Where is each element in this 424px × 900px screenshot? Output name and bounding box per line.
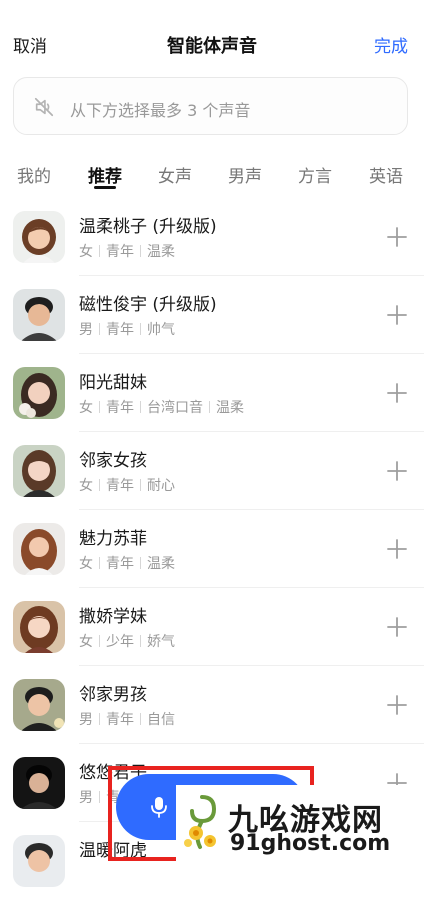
tab-male[interactable]: 男声 — [215, 162, 275, 187]
tag-divider — [99, 713, 100, 725]
tag-age: 青年 — [106, 712, 134, 728]
voice-name: 魅力苏菲 — [79, 529, 147, 549]
voice-item-linjia-nanhai[interactable]: 邻家男孩 男 青年 自信 — [0, 666, 424, 744]
tag-accent: 台湾口音 — [147, 400, 203, 416]
tag-age: 青年 — [106, 322, 134, 338]
voice-item-wenrou-taozi[interactable]: 温柔桃子 (升级版) 女 青年 温柔 — [0, 198, 424, 276]
tag-style: 温柔 — [147, 556, 175, 572]
tag-divider — [140, 479, 141, 491]
tab-english[interactable]: 英语 — [356, 162, 416, 187]
tag-divider — [140, 245, 141, 257]
avatar — [13, 523, 65, 575]
tag-style: 温柔 — [216, 400, 244, 416]
tag-divider — [140, 401, 141, 413]
voice-item-yangguang-tianmei[interactable]: 阳光甜妹 女 青年 台湾口音 温柔 — [0, 354, 424, 432]
add-icon[interactable] — [386, 304, 408, 326]
voice-tags: 女 青年 耐心 — [79, 475, 175, 495]
voice-item-sajiao-xuemei[interactable]: 撒娇学妹 女 少年 娇气 — [0, 588, 424, 666]
done-button[interactable]: 完成 — [374, 32, 408, 57]
voice-tags: 女 青年 温柔 — [79, 241, 175, 261]
selected-voices-box[interactable]: 从下方选择最多 3 个声音 — [13, 77, 408, 135]
tag-divider — [140, 713, 141, 725]
tag-divider — [99, 791, 100, 803]
tag-style: 娇气 — [147, 634, 175, 650]
avatar — [13, 211, 65, 263]
add-icon[interactable] — [386, 616, 408, 638]
add-icon[interactable] — [386, 226, 408, 248]
voice-name: 撒娇学妹 — [79, 607, 147, 627]
tag-gender: 男 — [79, 790, 93, 806]
tab-dialect[interactable]: 方言 — [285, 162, 345, 187]
tag-gender: 女 — [79, 244, 93, 260]
voice-name: 磁性俊宇 (升级版) — [79, 295, 217, 315]
category-tabs: 我的 推荐 女声 男声 方言 英语 — [0, 152, 424, 196]
add-icon[interactable] — [386, 460, 408, 482]
tag-age: 少年 — [106, 634, 134, 650]
avatar — [13, 835, 65, 887]
voice-tags: 女 青年 台湾口音 温柔 — [79, 397, 244, 417]
avatar — [13, 601, 65, 653]
tag-style: 耐心 — [147, 478, 175, 494]
voice-tags: 女 少年 娇气 — [79, 631, 175, 651]
voice-tags: 男 青年 帅气 — [79, 319, 175, 339]
tag-gender: 男 — [79, 712, 93, 728]
avatar — [13, 367, 65, 419]
site-watermark: 九吆游戏网 91ghost.com — [176, 785, 424, 861]
page-title: 智能体声音 — [167, 36, 257, 57]
tab-mine[interactable]: 我的 — [4, 162, 64, 187]
tag-age: 青年 — [106, 244, 134, 260]
tag-divider — [209, 401, 210, 413]
tag-gender: 女 — [79, 556, 93, 572]
voice-tags: 女 青年 温柔 — [79, 553, 175, 573]
tag-divider — [99, 635, 100, 647]
tag-style: 自信 — [147, 712, 175, 728]
tag-gender: 男 — [79, 322, 93, 338]
tag-gender: 女 — [79, 634, 93, 650]
flower-logo-icon — [184, 795, 217, 849]
tag-divider — [99, 323, 100, 335]
selection-hint: 从下方选择最多 3 个声音 — [70, 101, 251, 120]
tag-divider — [140, 557, 141, 569]
avatar — [13, 289, 65, 341]
tag-age: 青年 — [106, 478, 134, 494]
avatar — [13, 445, 65, 497]
tag-style: 温柔 — [147, 244, 175, 260]
voice-item-meili-sufei[interactable]: 魅力苏菲 女 青年 温柔 — [0, 510, 424, 588]
voice-name: 邻家男孩 — [79, 685, 147, 705]
tab-recommended[interactable]: 推荐 — [75, 162, 135, 187]
tag-divider — [99, 557, 100, 569]
mute-icon — [34, 97, 54, 117]
voice-item-cixing-junyu[interactable]: 磁性俊宇 (升级版) 男 青年 帅气 — [0, 276, 424, 354]
tab-active-indicator — [94, 186, 116, 189]
avatar — [13, 757, 65, 809]
tag-age: 青年 — [106, 400, 134, 416]
voice-name: 邻家女孩 — [79, 451, 147, 471]
voice-name: 阳光甜妹 — [79, 373, 147, 393]
watermark-site-url: 91ghost.com — [230, 831, 391, 856]
add-icon[interactable] — [386, 538, 408, 560]
voice-name: 温柔桃子 (升级版) — [79, 217, 217, 237]
add-icon[interactable] — [386, 694, 408, 716]
top-bar: 取消 智能体声音 完成 — [0, 0, 424, 88]
voice-tags: 男 青年 自信 — [79, 709, 175, 729]
tag-divider — [140, 635, 141, 647]
tab-female[interactable]: 女声 — [145, 162, 205, 187]
tag-divider — [99, 401, 100, 413]
tag-style: 帅气 — [147, 322, 175, 338]
tag-gender: 女 — [79, 400, 93, 416]
voice-item-linjia-nvhai[interactable]: 邻家女孩 女 青年 耐心 — [0, 432, 424, 510]
add-icon[interactable] — [386, 382, 408, 404]
tag-divider — [140, 323, 141, 335]
tag-age: 青年 — [106, 556, 134, 572]
tag-gender: 女 — [79, 478, 93, 494]
avatar — [13, 679, 65, 731]
tag-divider — [99, 479, 100, 491]
tag-divider — [99, 245, 100, 257]
